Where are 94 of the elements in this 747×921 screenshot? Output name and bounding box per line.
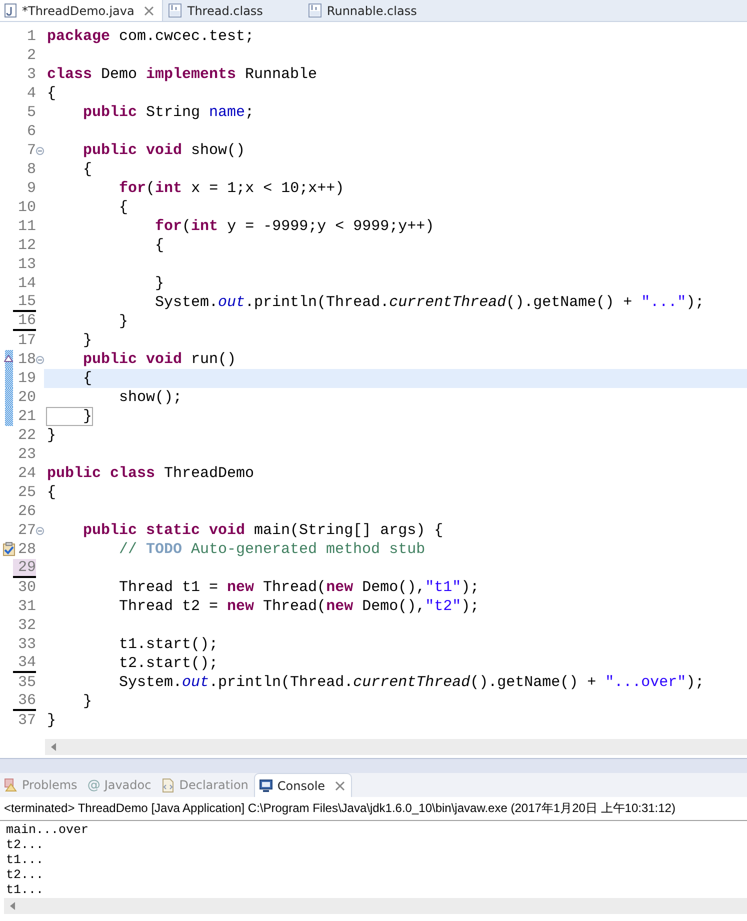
task-icon	[3, 542, 15, 556]
code-line: }	[46, 711, 58, 730]
code-line: public String name;	[82, 103, 256, 122]
collapse-icon[interactable]	[36, 146, 44, 154]
code-line: // TODO Auto-generated method stub	[118, 540, 426, 559]
line-number: 10	[16, 199, 36, 216]
code-line: System.out.println(Thread.currentThread().getName() + "...over");	[118, 673, 706, 692]
line-number: 13	[16, 256, 36, 273]
line-number: 26	[16, 503, 36, 520]
line-number: 21	[16, 408, 36, 425]
code-line: {	[82, 160, 94, 179]
editor-tab[interactable]: Runnable.class	[302, 0, 457, 21]
left-arrow-icon[interactable]	[10, 902, 15, 910]
line-number: 8	[26, 161, 36, 178]
code-line: for(int x = 1;x < 10;x++)	[118, 179, 346, 198]
code-line: public static void main(String[] args) {	[82, 521, 444, 540]
line-number: 3	[26, 66, 36, 83]
line-number: 32	[16, 617, 36, 634]
code-line: t1.start();	[118, 635, 220, 654]
monitor-icon	[259, 778, 274, 792]
line-number: 7	[26, 142, 36, 159]
horizontal-scrollbar[interactable]	[45, 739, 747, 755]
line-number: 12	[16, 237, 36, 254]
console-output-line: main...over	[6, 823, 90, 838]
line-number: 22	[16, 427, 36, 444]
line-number: 4	[26, 85, 36, 102]
code-line: {	[154, 236, 166, 255]
editor-tab[interactable]: *ThreadDemo.java	[0, 0, 164, 21]
line-number: 18	[16, 351, 36, 368]
code-line: public class ThreadDemo	[46, 464, 256, 483]
line-number: 28	[16, 541, 36, 558]
code-line: class Demo implements Runnable	[46, 65, 318, 84]
code-line: {	[46, 483, 58, 502]
line-number: 20	[16, 389, 36, 406]
line-number: 37	[16, 712, 36, 729]
line-number: 1	[26, 28, 36, 45]
code-line: }	[44, 407, 747, 426]
line-number: 25	[16, 484, 36, 501]
close-icon[interactable]	[335, 780, 346, 790]
console-output-line: t1...	[6, 883, 45, 898]
line-number: 2	[26, 47, 36, 64]
line-number: 35	[16, 674, 36, 691]
line-number: 29	[13, 559, 36, 578]
console-output-line: t2...	[6, 868, 45, 883]
document-icon	[161, 778, 176, 792]
line-number: 17	[16, 332, 36, 349]
console-output-line: t1...	[6, 853, 45, 868]
at-sign-icon: @	[87, 778, 100, 792]
console-output-line: t2...	[6, 838, 45, 853]
code-line: }	[46, 426, 58, 445]
line-number: 11	[16, 218, 36, 235]
code-line: }	[154, 274, 166, 293]
console-status: <terminated> ThreadDemo [Java Application] C:\Program Files\Java\jdk1.6.0_10\bin\javaw.exe (2017年1月20日 上午10:31:12)	[0, 797, 747, 821]
line-number: 36	[13, 692, 36, 711]
code-line: }	[82, 331, 94, 350]
line-number: 34	[13, 654, 36, 673]
line-number: 24	[16, 465, 36, 482]
binary-file-icon	[167, 3, 184, 18]
code-line: {	[46, 84, 58, 103]
line-number: 6	[26, 123, 36, 140]
close-icon[interactable]	[144, 6, 154, 16]
line-number: 15	[13, 293, 36, 312]
code-line: }	[118, 312, 130, 331]
collapse-icon[interactable]	[36, 356, 44, 364]
warning-error-icon	[4, 778, 18, 792]
java-file-icon	[4, 3, 18, 18]
line-number: 31	[16, 598, 36, 615]
code-line: show();	[118, 388, 184, 407]
line-number: 9	[26, 180, 36, 197]
binary-file-icon	[306, 3, 323, 18]
line-number: 27	[16, 522, 36, 539]
code-line: t2.start();	[118, 654, 220, 673]
code-line: }	[82, 692, 94, 711]
collapse-icon[interactable]	[36, 526, 44, 534]
code-line: Thread t1 = new Thread(new Demo(),"t1");	[118, 578, 480, 597]
code-line: Thread t2 = new Thread(new Demo(),"t2");	[118, 597, 480, 616]
line-number: 23	[16, 446, 36, 463]
line-number: 19	[16, 370, 36, 387]
line-number: 14	[16, 275, 36, 292]
left-arrow-icon[interactable]	[51, 743, 56, 751]
code-line: public void show()	[82, 141, 246, 160]
code-line: {	[118, 198, 130, 217]
line-number: 16	[13, 312, 36, 331]
code-line: package com.cwcec.test;	[46, 27, 256, 46]
panel-tab[interactable]: Console	[254, 773, 352, 797]
line-number: 5	[26, 104, 36, 121]
editor-tab[interactable]: Thread.class	[163, 0, 303, 21]
horizontal-scrollbar[interactable]	[4, 898, 747, 914]
line-number: 33	[16, 636, 36, 653]
line-number: 30	[16, 579, 36, 596]
code-line: public void run()	[82, 350, 238, 369]
code-line: for(int y = -9999;y < 9999;y++)	[154, 217, 436, 236]
triangle-icon	[4, 355, 13, 362]
code-line: System.out.println(Thread.currentThread().getName() + "...");	[154, 293, 706, 312]
